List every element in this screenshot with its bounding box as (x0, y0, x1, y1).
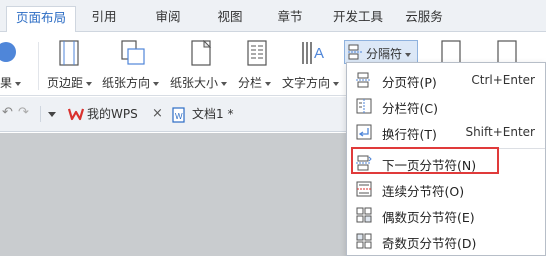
close-icon[interactable]: × (152, 106, 163, 121)
divider (38, 42, 39, 90)
margins-label: 页边距 (47, 76, 84, 90)
tab-label: 文档1 * (192, 107, 234, 121)
menu-item-label: 换行符(T) (382, 127, 437, 142)
svg-text:W: W (175, 112, 183, 121)
menu-item-label: 偶数页分节符(E) (382, 210, 475, 225)
tab-developer-tools[interactable]: 开发工具 (328, 6, 388, 32)
menu-item-next-page-section-break[interactable]: 下一页分节符(N) (347, 150, 545, 176)
orientation-label: 纸张方向 (102, 76, 151, 90)
document-icon: W (172, 107, 185, 123)
redo-icon[interactable]: ↷ (18, 105, 29, 120)
effects-label: 果 (0, 76, 13, 90)
columns-icon (247, 40, 267, 66)
svg-text:A: A (314, 45, 324, 62)
effects-icon (0, 42, 16, 62)
ribbon-tab-bar: 页面布局 引用 审阅 视图 章节 开发工具 云服务 (0, 0, 546, 33)
menu-item-line-break[interactable]: 换行符(T) Shift+Enter (347, 119, 545, 145)
menu-item-shortcut: Ctrl+Enter (471, 73, 535, 87)
text-direction-button[interactable]: A 文字方向 (282, 32, 344, 96)
odd-page-section-break-icon (356, 233, 372, 249)
paper-size-label: 纸张大小 (170, 76, 219, 90)
columns-button[interactable]: 分栏 (238, 32, 278, 96)
divider (40, 106, 41, 122)
paper-size-button[interactable]: 纸张大小 (170, 32, 234, 96)
column-break-icon (356, 98, 372, 114)
menu-item-label: 奇数页分节符(D) (382, 236, 477, 251)
paper-size-icon (191, 40, 212, 66)
continuous-section-break-icon (356, 181, 372, 197)
menu-divider (377, 148, 545, 149)
page-orientation-icon (121, 40, 145, 65)
menu-item-label: 分栏符(C) (382, 101, 438, 116)
menu-item-column-break[interactable]: 分栏符(C) (347, 93, 545, 119)
even-page-section-break-icon (356, 207, 372, 223)
text-direction-label: 文字方向 (282, 76, 331, 90)
tab-cloud-services[interactable]: 云服务 (398, 6, 450, 32)
tab-review[interactable]: 审阅 (146, 6, 190, 32)
columns-label: 分栏 (238, 76, 263, 90)
text-direction-icon: A (302, 42, 324, 64)
breaks-button[interactable]: 分隔符 (344, 40, 418, 64)
tab-document[interactable]: W 文档1 * (172, 104, 272, 126)
menu-item-label: 分页符(P) (382, 75, 437, 90)
menu-item-page-break[interactable]: 分页符(P) Ctrl+Enter (347, 67, 545, 93)
undo-icon[interactable]: ↶ (2, 105, 13, 120)
menu-item-shortcut: Shift+Enter (465, 125, 535, 139)
menu-item-label: 下一页分节符(N) (382, 158, 477, 173)
breaks-dropdown-menu: 分页符(P) Ctrl+Enter 分栏符(C) 换行符(T) Shift+En… (346, 62, 546, 256)
tab-label: 我的WPS (87, 107, 138, 121)
tab-page-layout[interactable]: 页面布局 (6, 6, 76, 33)
next-page-section-break-icon (356, 155, 372, 171)
page-break-icon (356, 72, 371, 88)
orientation-button[interactable]: 纸张方向 (102, 32, 166, 96)
menu-item-even-page-section-break[interactable]: 偶数页分节符(E) (347, 202, 545, 228)
effects-button[interactable]: 果 (0, 32, 32, 96)
chevron-down-icon[interactable] (48, 112, 56, 117)
breaks-label: 分隔符 (366, 47, 403, 61)
tab-sections[interactable]: 章节 (268, 6, 312, 32)
tab-references[interactable]: 引用 (82, 6, 126, 32)
menu-item-label: 连续分节符(O) (382, 184, 465, 199)
breaks-icon (348, 44, 362, 60)
margins-button[interactable]: 页边距 (44, 32, 96, 96)
line-break-icon (356, 124, 372, 140)
menu-item-odd-page-section-break[interactable]: 奇数页分节符(D) (347, 228, 545, 254)
menu-item-continuous-section-break[interactable]: 连续分节符(O) (347, 176, 545, 202)
tab-view[interactable]: 视图 (208, 6, 252, 32)
wps-logo-icon (68, 108, 84, 121)
page-margins-icon (59, 40, 79, 66)
